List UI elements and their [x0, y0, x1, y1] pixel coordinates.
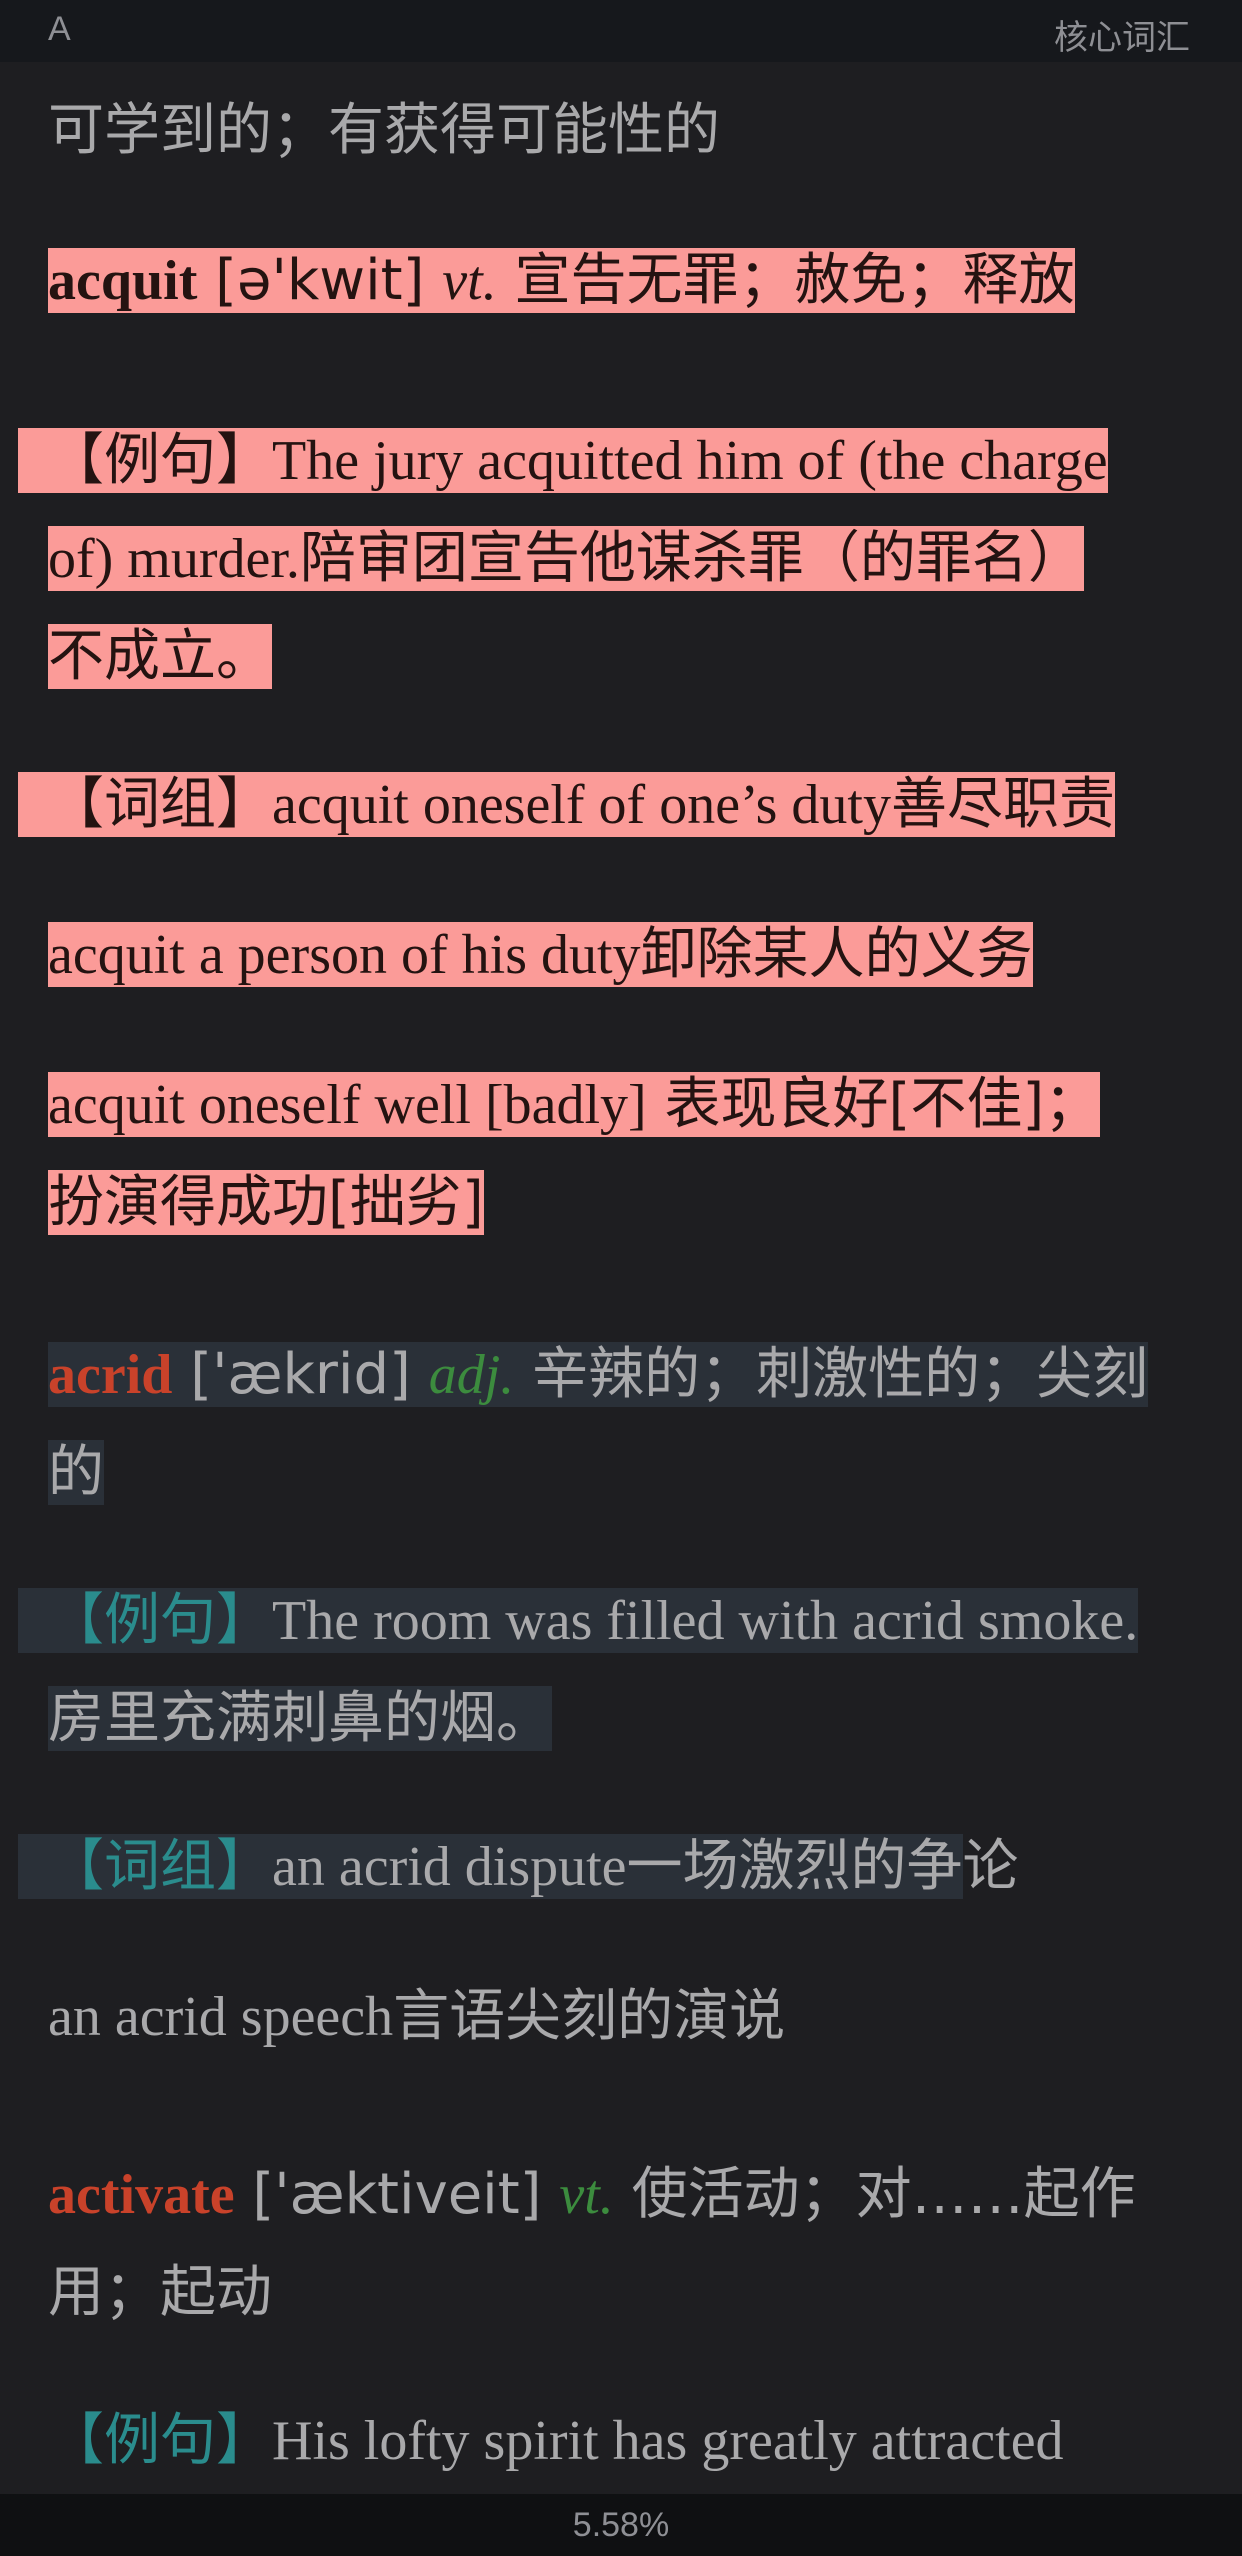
phrase3-en: acquit oneself well [badly]: [48, 1074, 647, 1136]
entry-acquit-phrase-3: acquit oneself well [badly] 表现良好[不佳]； 扮演…: [48, 1056, 1198, 1252]
headword-acquit: acquit: [48, 250, 198, 312]
entry-acrid-phrase-1: 【词组】an acrid dispute一场激烈的争论: [18, 1818, 1198, 1916]
entry-acquit-phrase-2: acquit a person of his duty卸除某人的义务: [48, 906, 1198, 1004]
acrid-example-en: The room was filled with acrid smoke.: [272, 1590, 1139, 1652]
meaning-acrid-line2: 的: [48, 1440, 104, 1505]
meaning-activate-line2: 用；起动: [48, 2260, 272, 2325]
example-zh-line2: 陪审团宣告他谋杀罪（的罪名）: [299, 526, 1084, 591]
phrase-label: 【词组】: [48, 1834, 272, 1899]
phrase-label: 【词组】: [48, 772, 272, 837]
example-label: 【例句】: [48, 2408, 272, 2473]
entry-acquit-phrase-1: 【词组】acquit oneself of one’s duty善尽职责: [18, 756, 1198, 854]
entry-acquit-headword: acquit [ə'kwit] vt. 宣告无罪；赦免；释放: [48, 232, 1198, 330]
phonetic-activate: ['æktiveit]: [252, 2162, 542, 2227]
pos-acrid: adj.: [428, 1344, 515, 1406]
example-label: 【例句】: [48, 1588, 272, 1653]
progress-percent: 5.58%: [572, 2506, 670, 2544]
phrase1-en: acquit oneself of one’s duty: [272, 774, 891, 836]
pos-activate: vt.: [559, 2164, 614, 2226]
phrase3-zh-line2: 扮演得成功[拙劣]: [48, 1170, 484, 1235]
example-zh-line3: 不成立。: [48, 624, 272, 689]
headword-activate: activate: [48, 2164, 235, 2226]
meaning-activate-line1: 使活动；对……起作: [631, 2162, 1136, 2227]
meaning-acrid-line1: 辛辣的；刺激性的；尖刻: [532, 1342, 1149, 1407]
acrid-phrase1-zh: 一场激烈的争: [626, 1834, 963, 1899]
entry-acquit-example: 【例句】The jury acquitted him of (the charg…: [18, 412, 1198, 706]
entry-acrid-phrase-2: an acrid speech言语尖刻的演说: [48, 1968, 1198, 2066]
acrid-example-zh: 房里充满刺鼻的烟。: [48, 1686, 552, 1751]
phrase3-zh-line1: 表现良好[不佳]；: [664, 1072, 1101, 1137]
acrid-phrase1-zh-rest: 论: [962, 1834, 1019, 1899]
phonetic-acrid: ['ækrid]: [190, 1342, 411, 1407]
acrid-phrase2-zh: 言语尖刻的演说: [393, 1984, 786, 2049]
reader-status-bar: A 核心词汇: [0, 0, 1242, 62]
activate-example-en: His lofty spirit has greatly attracted: [272, 2410, 1064, 2472]
phrase2-zh: 卸除某人的义务: [640, 922, 1033, 987]
entry-activate-example: 【例句】His lofty spirit has greatly attract…: [48, 2392, 1198, 2490]
chapter-title: 核心词汇: [1054, 18, 1190, 58]
font-size-label[interactable]: A: [48, 10, 71, 49]
meaning-acquit: 宣告无罪；赦免；释放: [514, 248, 1075, 313]
headword-acrid: acrid: [48, 1344, 173, 1406]
entry-acrid-headword: acrid ['ækrid] adj. 辛辣的；刺激性的；尖刻 的: [48, 1326, 1198, 1522]
reader-page[interactable]: 可学到的；有获得可能性的 acquit [ə'kwit] vt. 宣告无罪；赦免…: [0, 62, 1242, 2494]
previous-meaning-text: 可学到的；有获得可能性的: [48, 98, 720, 163]
reading-progress-bar: 5.58%: [0, 2494, 1242, 2556]
entry-activate-headword: activate ['æktiveit] vt. 使活动；对……起作 用；起动: [48, 2146, 1198, 2342]
phrase2-en: acquit a person of his duty: [48, 924, 641, 986]
acrid-phrase2-en: an acrid speech: [48, 1986, 394, 2048]
pos-acquit: vt.: [442, 250, 497, 312]
example-en-line2: of) murder.: [48, 528, 300, 590]
example-en-line1: The jury acquitted him of (the charge: [272, 430, 1108, 492]
phonetic-acquit: [ə'kwit]: [215, 248, 425, 313]
example-label: 【例句】: [48, 428, 272, 493]
entry-acrid-example: 【例句】The room was filled with acrid smoke…: [18, 1572, 1198, 1768]
phrase1-zh: 善尽职责: [890, 772, 1115, 837]
previous-entry-tail: 可学到的；有获得可能性的: [48, 82, 1198, 180]
acrid-phrase1-en: an acrid dispute: [272, 1836, 627, 1898]
